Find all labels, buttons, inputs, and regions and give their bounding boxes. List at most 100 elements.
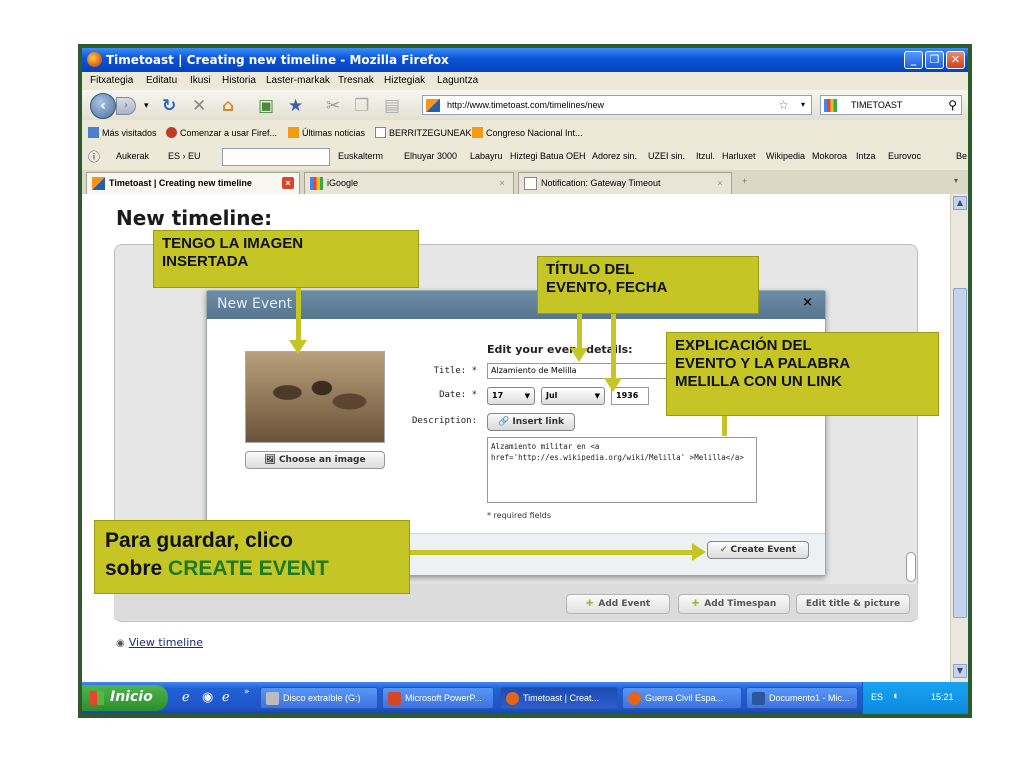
powerpoint-icon <box>388 692 401 705</box>
menu-item[interactable]: Laguntza <box>437 75 478 86</box>
menu-item[interactable]: Editatu <box>146 75 177 86</box>
window-titlebar: Timetoast | Creating new timeline - Mozi… <box>82 48 968 72</box>
toolbar-item[interactable]: Adorez sin. <box>592 151 637 161</box>
month-select[interactable]: Jul ▼ <box>541 387 605 405</box>
day-select[interactable]: 17 ▼ <box>487 387 535 405</box>
history-dropdown-icon[interactable]: ▾ <box>144 101 149 111</box>
help-icon[interactable]: ⓘ <box>88 148 100 165</box>
search-icon[interactable]: ⚲ <box>948 98 957 112</box>
ie-icon[interactable]: ℯ <box>222 690 230 705</box>
menu-item[interactable]: Tresnak <box>338 75 374 86</box>
chevron-down-icon[interactable]: ▾ <box>801 100 805 109</box>
start-button[interactable]: Inicio <box>82 685 168 711</box>
annotation-explanation: EXPLICACIÓN DEL EVENTO Y LA PALABRA MELI… <box>666 332 939 416</box>
maximize-button[interactable]: ❐ <box>925 51 944 69</box>
forward-button[interactable]: › <box>116 97 136 115</box>
scroll-up-icon[interactable]: ▲ <box>953 196 967 210</box>
close-tab-icon[interactable]: × <box>282 177 294 189</box>
dialog-close-button[interactable]: × <box>802 295 813 310</box>
new-tab-icon[interactable]: ▣ <box>258 96 274 116</box>
create-event-button[interactable]: ✔ Create Event <box>707 541 809 559</box>
close-tab-icon[interactable]: × <box>714 177 726 189</box>
star-icon[interactable]: ☆ <box>778 98 789 112</box>
chevron-down-icon: ▼ <box>594 392 600 400</box>
vertical-scrollbar[interactable]: ▲ ▼ <box>950 194 968 682</box>
stop-icon[interactable]: ✕ <box>192 96 206 116</box>
firefox-icon <box>166 127 177 138</box>
more-icon[interactable]: » <box>244 687 250 697</box>
taskbar-item-documento[interactable]: Documento1 - Mic... <box>746 687 858 709</box>
view-timeline-link[interactable]: ◉ View timeline <box>116 636 203 649</box>
close-tab-icon[interactable]: × <box>496 177 508 189</box>
description-textarea[interactable]: Alzamiento militar en <a href='http://es… <box>487 437 757 503</box>
network-icon[interactable]: ◐ <box>893 690 900 702</box>
toolbar-item[interactable]: Intza <box>856 151 876 161</box>
toolbar-item[interactable]: Elhuyar 3000 <box>404 151 457 161</box>
url-bar[interactable]: http://www.timetoast.com/timelines/new ☆… <box>422 95 812 115</box>
dictionary-search-input[interactable] <box>222 148 330 166</box>
bookmark-icon[interactable]: ★ <box>288 96 303 116</box>
tab-timetoast[interactable]: Timetoast | Creating new timeline × <box>86 172 300 194</box>
dictionary-toolbar: ⓘ Aukerak ES › EU Euskalterm Elhuyar 300… <box>82 145 968 169</box>
taskbar-item-disco[interactable]: Disco extraíble (G:) <box>260 687 378 709</box>
toolbar-item[interactable]: Be <box>956 151 967 161</box>
bookmark-item[interactable]: Comenzar a usar Firef... <box>166 127 277 138</box>
bookmark-item[interactable]: BERRITZEGUNEAK <box>375 127 472 138</box>
toolbar-item[interactable]: Labayru <box>470 151 503 161</box>
scroll-thumb[interactable] <box>953 288 967 618</box>
firefox-icon[interactable]: ◉ <box>202 690 213 705</box>
menu-item[interactable]: Fitxategia <box>90 75 133 86</box>
menu-item[interactable]: Laster-markak <box>266 75 330 86</box>
taskbar-item-guerra[interactable]: Guerra Civil Espa... <box>622 687 742 709</box>
choose-image-button[interactable]: 🖼 Choose an image <box>245 451 385 469</box>
rss-icon <box>288 127 299 138</box>
minimize-button[interactable]: _ <box>904 51 923 69</box>
menu-bar: Fitxategia Editatu Ikusi Historia Laster… <box>82 72 968 90</box>
dialog-scroll-handle[interactable] <box>906 552 916 582</box>
bookmark-item[interactable]: Últimas noticias <box>288 127 365 138</box>
toolbar-item[interactable]: Wikipedia <box>766 151 805 161</box>
paste-icon[interactable]: ▤ <box>384 96 400 116</box>
add-event-button[interactable]: ✚ Add Event <box>566 594 670 614</box>
menu-item[interactable]: Hiztegiak <box>384 75 425 86</box>
toolbar-item[interactable]: OEH <box>566 151 586 161</box>
tab-list-chevron-icon[interactable]: ▾ <box>954 176 958 185</box>
description-label: Description: <box>411 416 477 426</box>
home-icon[interactable]: ⌂ <box>222 96 234 116</box>
language-indicator[interactable]: ES <box>871 692 883 702</box>
annotation-save: Para guardar, clico sobre CREATE EVENT <box>94 520 410 594</box>
new-tab-plus-icon[interactable]: + <box>742 176 747 186</box>
edit-title-button[interactable]: Edit title & picture <box>796 594 910 614</box>
close-button[interactable]: ✕ <box>946 51 965 69</box>
toolbar-item[interactable]: Harluxet <box>722 151 756 161</box>
toolbar-item[interactable]: ES › EU <box>168 151 201 161</box>
toolbar-item[interactable]: Aukerak <box>116 151 149 161</box>
taskbar-item-powerpoint[interactable]: Microsoft PowerP... <box>382 687 494 709</box>
toolbar-item[interactable]: Mokoroa <box>812 151 847 161</box>
title-label: Title: * <box>433 366 477 376</box>
add-timespan-button[interactable]: ✚ Add Timespan <box>678 594 790 614</box>
toolbar-item[interactable]: Itzul. <box>696 151 715 161</box>
tab-bar: Timetoast | Creating new timeline × iGoo… <box>82 170 968 194</box>
bookmark-item[interactable]: Congreso Nacional Int... <box>472 127 583 138</box>
copy-icon[interactable]: ❐ <box>354 96 369 116</box>
cut-icon[interactable]: ✂ <box>326 96 340 116</box>
menu-item[interactable]: Ikusi <box>190 75 211 86</box>
scroll-down-icon[interactable]: ▼ <box>953 664 967 678</box>
toolbar-item[interactable]: Eurovoc <box>888 151 921 161</box>
toolbar-item[interactable]: Hiztegi Batua <box>510 151 564 161</box>
search-bar[interactable]: TIMETOAST ⚲ <box>820 95 962 115</box>
toolbar-item[interactable]: UZEI sin. <box>648 151 685 161</box>
back-button[interactable]: ‹ <box>90 93 116 119</box>
drive-icon <box>266 692 279 705</box>
taskbar-item-timetoast[interactable]: Timetoast | Creat... <box>500 687 618 709</box>
title-input[interactable]: Alzamiento de Melilla <box>487 363 687 379</box>
menu-item[interactable]: Historia <box>222 75 256 86</box>
ie-icon[interactable]: ℯ <box>182 690 190 705</box>
insert-link-button[interactable]: 🔗 Insert link <box>487 413 575 431</box>
tab-notification[interactable]: Notification: Gateway Timeout × <box>518 172 732 194</box>
tab-igoogle[interactable]: iGoogle × <box>304 172 514 194</box>
reload-icon[interactable]: ↻ <box>162 96 176 116</box>
bookmark-item[interactable]: Más visitados <box>88 127 157 138</box>
toolbar-item[interactable]: Euskalterm <box>338 151 383 161</box>
